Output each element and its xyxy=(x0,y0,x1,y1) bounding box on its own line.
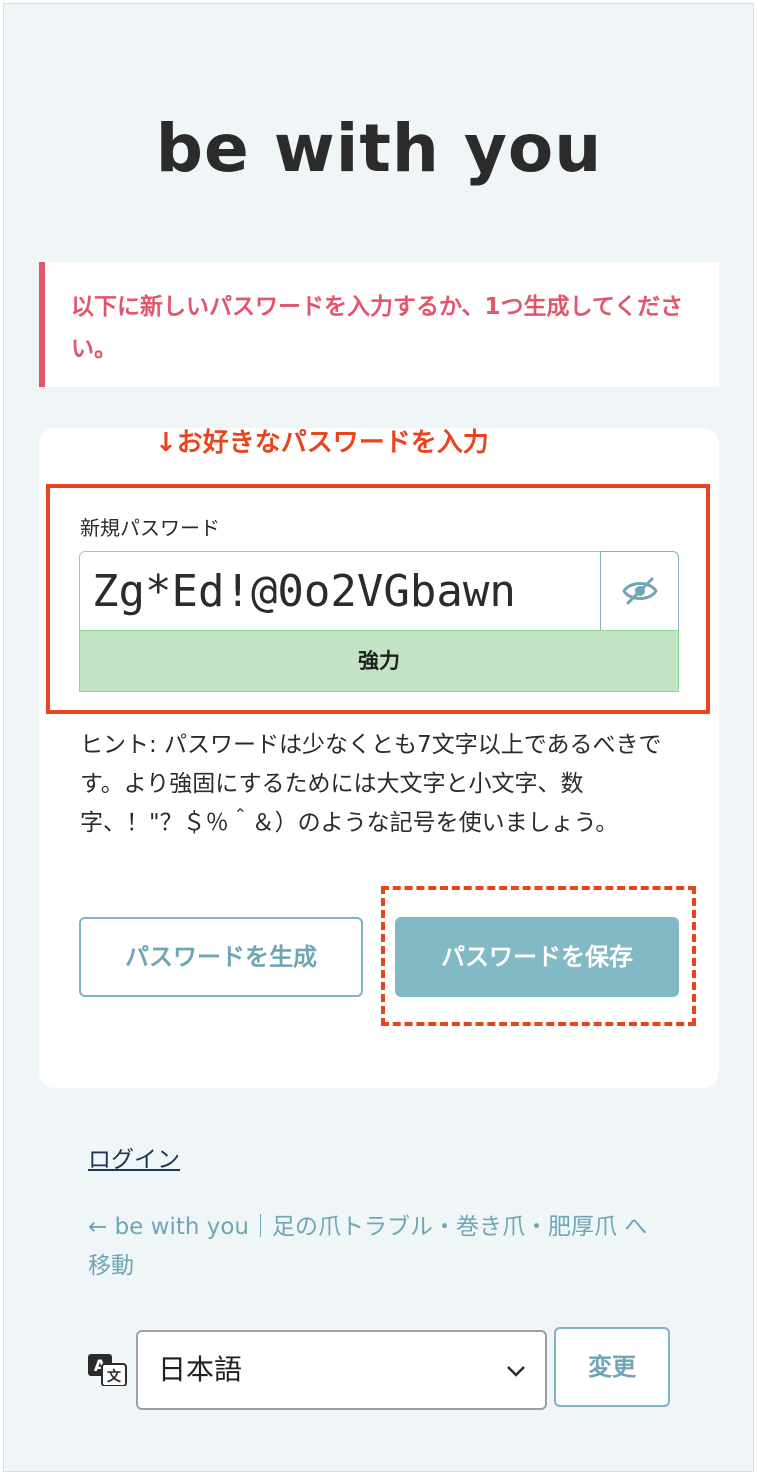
login-link[interactable]: ログイン xyxy=(88,1140,180,1174)
new-password-label: 新規パスワード xyxy=(80,516,220,540)
translate-icon: A 文 xyxy=(88,1354,127,1386)
notice-text: 以下に新しいパスワードを入力するか、1つ生成してください。 xyxy=(71,294,684,362)
password-strength-meter: 強力 xyxy=(79,630,679,692)
chevron-down-icon xyxy=(507,1366,525,1377)
back-to-site-link[interactable]: ← be with you｜足の爪トラブル・巻き爪・肥厚爪 へ移動 xyxy=(88,1208,668,1286)
svg-text:文: 文 xyxy=(107,1368,122,1385)
notice-message: 以下に新しいパスワードを入力するか、1つ生成してください。 xyxy=(39,262,719,387)
save-password-button[interactable]: パスワードを保存 xyxy=(395,917,679,997)
new-password-input[interactable]: Zg*Ed!@0o2VGbawn xyxy=(79,551,601,631)
password-hint: ヒント: パスワードは少なくとも7文字以上であるべきです。より強固にするためには… xyxy=(80,732,662,836)
change-language-button[interactable]: 変更 xyxy=(554,1327,670,1407)
language-value: 日本語 xyxy=(158,1353,243,1386)
eye-slash-icon xyxy=(621,577,658,605)
site-logo[interactable]: be with you xyxy=(0,110,758,187)
generate-password-button[interactable]: パスワードを生成 xyxy=(79,917,363,997)
password-value: Zg*Ed!@0o2VGbawn xyxy=(92,566,516,617)
toggle-visibility-button[interactable] xyxy=(600,551,679,631)
annotation-label: ↓お好きなパスワードを入力 xyxy=(155,428,489,458)
language-select[interactable]: 日本語 xyxy=(136,1330,547,1410)
